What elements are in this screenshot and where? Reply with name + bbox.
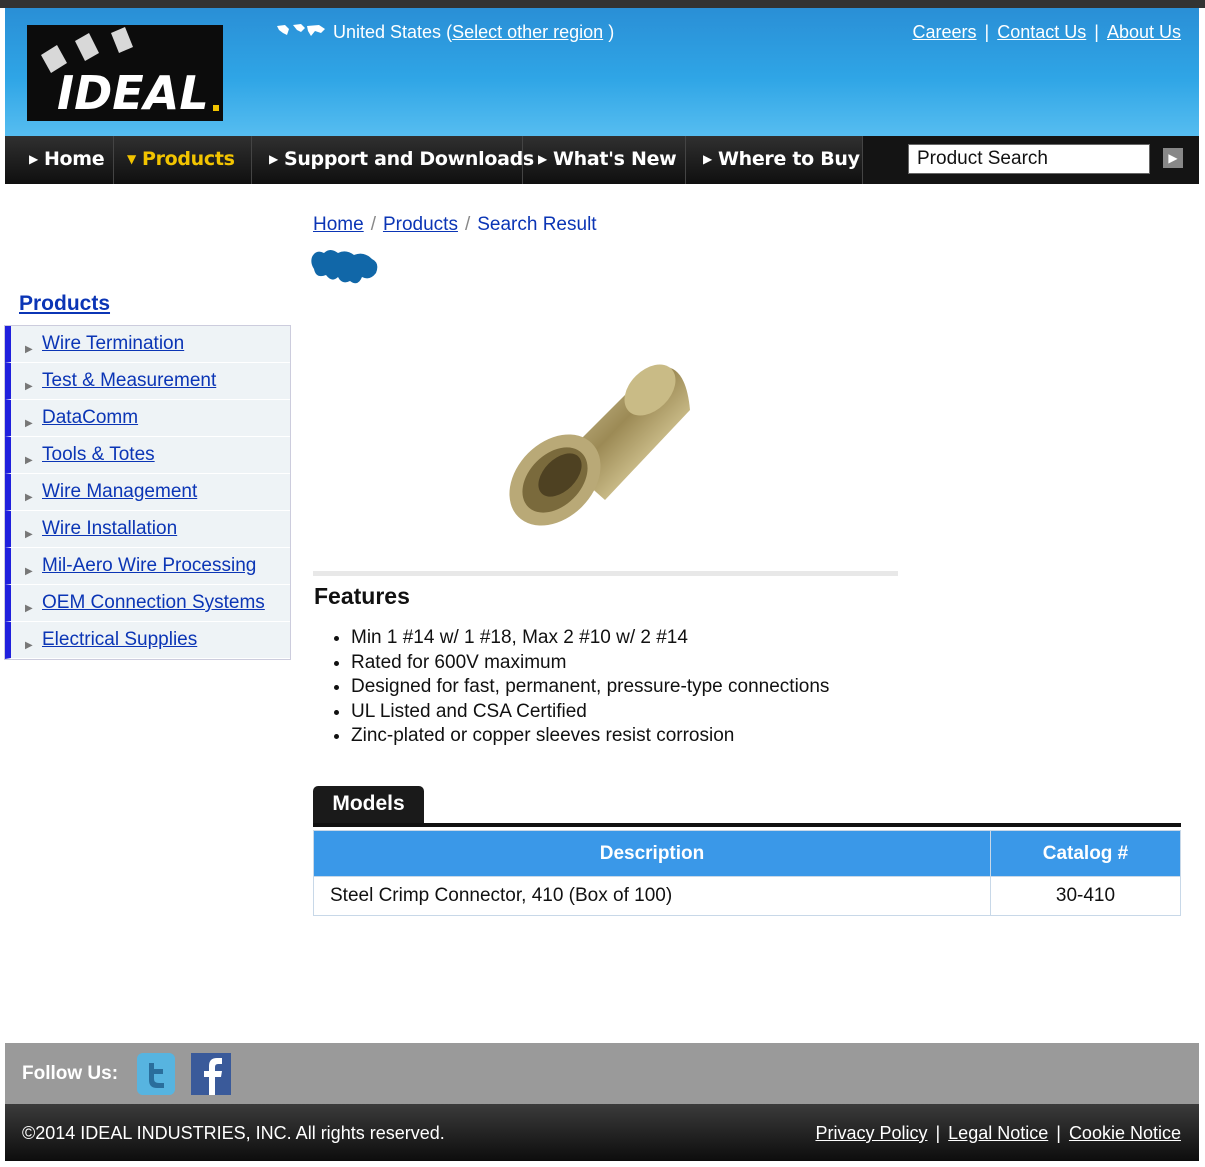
region-paren-close: ) bbox=[608, 22, 615, 42]
column-header-catalog: Catalog # bbox=[990, 830, 1181, 877]
cookie-notice-link[interactable]: Cookie Notice bbox=[1069, 1123, 1181, 1143]
triangle-right-icon: ▶ bbox=[269, 152, 278, 166]
top-links: Careers | Contact Us | About Us bbox=[912, 22, 1182, 42]
nav-where-to-buy[interactable]: ▶ Where to Buy bbox=[687, 136, 863, 184]
sidebar-item-tools-totes[interactable]: ▶ Tools & Totes bbox=[5, 437, 290, 474]
cell-description: Steel Crimp Connector, 410 (Box of 100) bbox=[313, 876, 991, 916]
cell-catalog-number: 30-410 bbox=[990, 876, 1181, 916]
sidebar-item-electrical-supplies[interactable]: ▶ Electrical Supplies bbox=[5, 622, 290, 659]
site-header: IDEAL United States (Select other region… bbox=[5, 8, 1199, 136]
logo-text: IDEAL bbox=[57, 66, 209, 120]
caret-right-icon: ▶ bbox=[25, 455, 33, 466]
sidebar-item-wire-installation[interactable]: ▶ Wire Installation bbox=[5, 511, 290, 548]
footer-legal: ©2014 IDEAL INDUSTRIES, INC. All rights … bbox=[5, 1104, 1199, 1161]
legal-notice-link[interactable]: Legal Notice bbox=[948, 1123, 1048, 1143]
sidebar-item-datacomm[interactable]: ▶ DataComm bbox=[5, 400, 290, 437]
divider bbox=[313, 571, 898, 576]
sidebar-item-wire-termination[interactable]: ▶ Wire Termination bbox=[5, 326, 290, 363]
list-item: UL Listed and CSA Certified bbox=[351, 700, 829, 725]
world-map-icon bbox=[277, 24, 325, 36]
footer-social: Follow Us: bbox=[5, 1043, 1199, 1104]
arrow-right-icon: ▶ bbox=[1168, 151, 1178, 165]
triangle-down-icon: ▼ bbox=[127, 152, 136, 166]
triangle-right-icon: ▶ bbox=[703, 152, 712, 166]
features-heading: Features bbox=[314, 583, 410, 609]
list-item: Min 1 #14 w/ 1 #18, Max 2 #10 w/ 2 #14 bbox=[351, 626, 829, 651]
nav-products[interactable]: ▼ Products bbox=[115, 136, 252, 184]
breadcrumb-products[interactable]: Products bbox=[383, 214, 458, 235]
region-selector: United States (Select other region ) bbox=[275, 22, 614, 43]
breadcrumb-home[interactable]: Home bbox=[313, 214, 364, 235]
sidebar-item-oem-connection[interactable]: ▶ OEM Connection Systems bbox=[5, 585, 290, 622]
triangle-right-icon: ▶ bbox=[538, 152, 547, 166]
careers-link[interactable]: Careers bbox=[913, 22, 977, 42]
facebook-icon[interactable] bbox=[191, 1053, 231, 1095]
tab-models[interactable]: Models bbox=[313, 786, 424, 823]
copyright-text: ©2014 IDEAL INDUSTRIES, INC. All rights … bbox=[22, 1123, 445, 1143]
features-list: Min 1 #14 w/ 1 #18, Max 2 #10 w/ 2 #14 R… bbox=[313, 626, 829, 749]
region-name: United States bbox=[333, 22, 442, 42]
nav-home[interactable]: ▶ Home bbox=[5, 136, 114, 184]
caret-right-icon: ▶ bbox=[25, 492, 33, 503]
privacy-policy-link[interactable]: Privacy Policy bbox=[815, 1123, 927, 1143]
ideal-logo[interactable]: IDEAL bbox=[27, 25, 223, 121]
caret-right-icon: ▶ bbox=[25, 344, 33, 355]
search-go-button[interactable]: ▶ bbox=[1163, 148, 1183, 168]
triangle-right-icon: ▶ bbox=[29, 152, 38, 166]
caret-right-icon: ▶ bbox=[25, 418, 33, 429]
breadcrumb-current: Search Result bbox=[477, 214, 597, 235]
contact-us-link[interactable]: Contact Us bbox=[997, 22, 1086, 42]
table-row: Steel Crimp Connector, 410 (Box of 100) … bbox=[313, 876, 1181, 916]
caret-right-icon: ▶ bbox=[25, 640, 33, 651]
top-border bbox=[0, 0, 1205, 8]
table-header-row: Description Catalog # bbox=[313, 830, 1181, 877]
caret-right-icon: ▶ bbox=[25, 529, 33, 540]
search-area: ▶ bbox=[863, 136, 1199, 184]
caret-right-icon: ▶ bbox=[25, 381, 33, 392]
product-search-input[interactable] bbox=[908, 144, 1150, 174]
nav-whats-new[interactable]: ▶ What's New bbox=[524, 136, 686, 184]
sidebar-item-mil-aero[interactable]: ▶ Mil-Aero Wire Processing bbox=[5, 548, 290, 585]
tab-underline bbox=[313, 823, 1181, 827]
sidebar-category-list: ▶ Wire Termination ▶ Test & Measurement ▶ D… bbox=[4, 325, 291, 660]
list-item: Designed for fast, permanent, pressure-t… bbox=[351, 675, 829, 700]
nav-support[interactable]: ▶ Support and Downloads bbox=[253, 136, 534, 184]
sidebar-item-test-measurement[interactable]: ▶ Test & Measurement bbox=[5, 363, 290, 400]
list-item: Zinc-plated or copper sleeves resist cor… bbox=[351, 724, 829, 749]
column-header-description: Description bbox=[313, 830, 991, 877]
about-us-link[interactable]: About Us bbox=[1107, 22, 1181, 42]
twitter-icon[interactable] bbox=[137, 1053, 175, 1095]
caret-right-icon: ▶ bbox=[25, 566, 33, 577]
models-table: Description Catalog # Steel Crimp Connec… bbox=[313, 830, 1181, 916]
breadcrumb: Home / Products / Search Result bbox=[313, 214, 597, 235]
caret-right-icon: ▶ bbox=[25, 603, 33, 614]
product-image bbox=[509, 364, 690, 526]
main-nav: ▶ Home ▼ Products ▶ Support and Downloads ▶… bbox=[5, 136, 1199, 184]
sidebar-item-wire-management[interactable]: ▶ Wire Management bbox=[5, 474, 290, 511]
product-title-graphic bbox=[311, 250, 378, 284]
select-region-link[interactable]: Select other region bbox=[452, 22, 603, 42]
sidebar-title[interactable]: Products bbox=[19, 292, 110, 316]
follow-us-label: Follow Us: bbox=[22, 1063, 119, 1084]
list-item: Rated for 600V maximum bbox=[351, 651, 829, 676]
legal-links: Privacy Policy | Legal Notice | Cookie Notic… bbox=[815, 1123, 1181, 1143]
